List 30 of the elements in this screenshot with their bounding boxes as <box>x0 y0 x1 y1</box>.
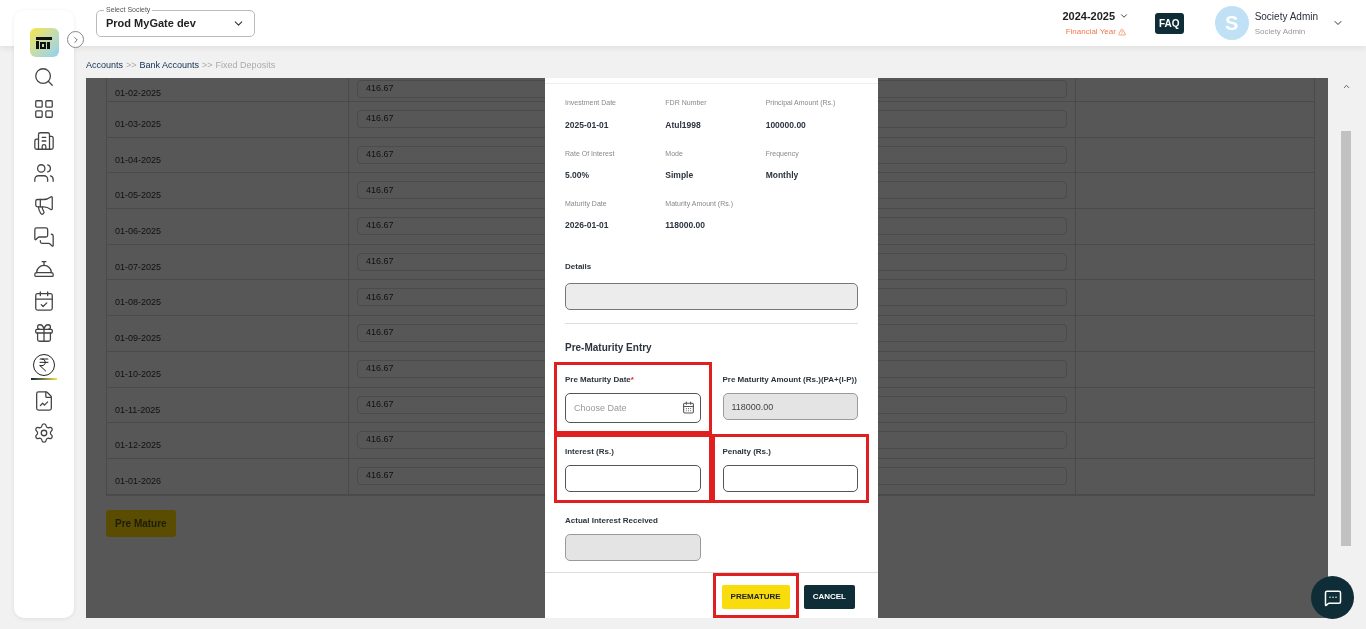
field-label: Actual Interest Received <box>565 515 659 527</box>
table-cell: 01-07-2025 <box>115 261 162 272</box>
section-title: Pre-Maturity Entry <box>565 341 653 355</box>
table-cell: 01-02-2025 <box>115 88 162 98</box>
table-cell: 01-01-2026 <box>115 475 162 486</box>
detail-value: 2025-01-01 <box>565 118 610 132</box>
year-caption: Financial Year <box>1065 26 1116 39</box>
detail-value: 100000.00 <box>765 118 807 132</box>
field-label: Pre Maturity Amount (Rs.)(PA+(I-P)) <box>722 374 858 386</box>
detail-value: Simple <box>665 169 695 182</box>
breadcrumb-separator: >> <box>202 59 213 73</box>
user-role: Society Admin <box>1254 25 1307 38</box>
detail-value: Monthly <box>765 169 800 182</box>
detail-value: 118000.00 <box>665 219 707 232</box>
table-cell: 01-11-2025 <box>115 404 161 415</box>
table-cell: 01-10-2025 <box>115 368 162 379</box>
table-cell: 01-04-2025 <box>115 154 162 165</box>
table-cell: 01-12-2025 <box>115 440 162 451</box>
detail-value: 5.00% <box>565 169 591 182</box>
table-cell: 01-06-2025 <box>115 226 162 237</box>
table-cell: 01-09-2025 <box>115 333 162 344</box>
table-cell: 01-08-2025 <box>115 297 162 308</box>
detail-value: Atul1998 <box>665 118 702 132</box>
table-cell: 01-05-2025 <box>115 190 162 201</box>
field-label: Pre Maturity Date* <box>565 374 635 386</box>
user-name: Society Admin <box>1254 9 1318 24</box>
table-cell: 01-03-2025 <box>115 119 162 129</box>
breadcrumb-separator: >> <box>126 59 137 73</box>
field-label: Details <box>565 262 592 271</box>
detail-value: 2026-01-01 <box>565 219 610 232</box>
